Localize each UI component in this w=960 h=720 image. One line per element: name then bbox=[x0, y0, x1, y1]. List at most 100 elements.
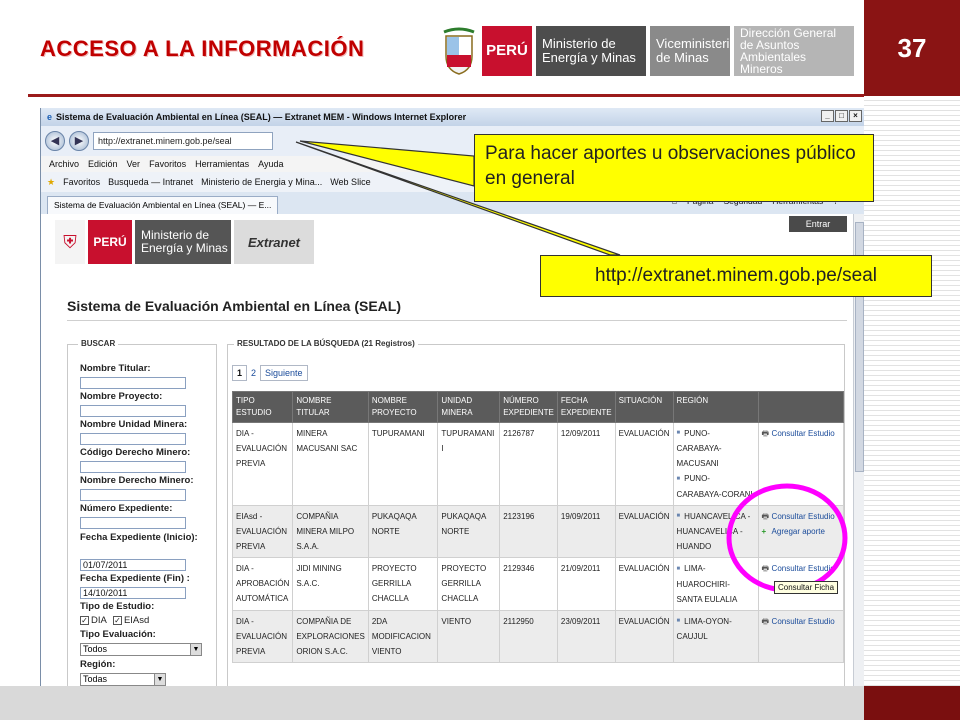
cell-titular: JIDI MINING S.A.C. bbox=[292, 557, 369, 611]
page-number: 37 bbox=[864, 0, 960, 96]
table-row: DIA - EVALUACIÓN PREVIA MINERA MACUSANI … bbox=[231, 422, 845, 506]
col-titular[interactable]: NOMBRE TITULAR bbox=[292, 391, 369, 423]
cell-numero: 2112950 bbox=[499, 609, 558, 663]
search-legend: BUSCAR bbox=[78, 339, 119, 348]
region-select[interactable]: Todas ▼ bbox=[80, 673, 166, 686]
results-table: TIPO ESTUDIO NOMBRE TITULAR NOMBRE PROYE… bbox=[231, 391, 845, 663]
site-logo-ministry: Ministerio de Energía y Minas bbox=[135, 220, 231, 264]
logo-ministry: Ministerio de Energía y Minas bbox=[536, 26, 646, 76]
tipo-eval-label: Tipo Evaluación: bbox=[80, 629, 156, 640]
fecha-inicio-input[interactable]: 01/07/2011 bbox=[80, 559, 186, 571]
tooltip: Consultar Ficha bbox=[774, 581, 839, 594]
expediente-label: Número Expediente: bbox=[80, 503, 173, 514]
cell-proyecto: 2DA MODIFICACION VIENTO bbox=[367, 609, 439, 663]
menu-ver[interactable]: Ver bbox=[127, 159, 141, 169]
fav-item-webslice[interactable]: Web Slice bbox=[330, 177, 370, 187]
favorites-button[interactable]: Favoritos bbox=[63, 177, 100, 187]
page-1[interactable]: 1 bbox=[232, 365, 248, 381]
forward-button[interactable]: ▶ bbox=[69, 131, 89, 151]
cell-unidad: VIENTO bbox=[437, 609, 501, 663]
callout-url: http://extranet.minem.gob.pe/seal bbox=[540, 255, 932, 297]
agregar-aporte-link[interactable]: + Agregar aporte bbox=[762, 524, 840, 539]
menu-edicion[interactable]: Edición bbox=[88, 159, 118, 169]
tipo-estudio-options: ✓ DIA ✓ EIAsd bbox=[80, 615, 149, 626]
expediente-input[interactable] bbox=[80, 517, 186, 529]
fav-item-ministerio[interactable]: Ministerio de Energia y Mina... bbox=[201, 177, 322, 187]
codigo-input[interactable] bbox=[80, 461, 186, 473]
col-proyecto[interactable]: NOMBRE PROYECTO bbox=[367, 391, 439, 423]
region-label: Región: bbox=[80, 659, 116, 670]
cell-actions: 🖶 Consultar Estudio + Agregar aporte bbox=[757, 504, 845, 559]
unidad-input[interactable] bbox=[80, 433, 186, 445]
window-title: Sistema de Evaluación Ambiental en Línea… bbox=[56, 112, 467, 122]
cell-numero: 2126787 bbox=[499, 422, 558, 506]
consultar-estudio-link[interactable]: 🖶 Consultar Estudio bbox=[762, 614, 840, 629]
consultar-estudio-link[interactable]: 🖶 Consultar Estudio bbox=[762, 426, 840, 441]
seal-page-title: Sistema de Evaluación Ambiental en Línea… bbox=[67, 298, 402, 314]
titular-input[interactable] bbox=[80, 377, 186, 389]
minimize-button[interactable]: _ bbox=[821, 110, 834, 122]
col-fecha[interactable]: FECHA EXPEDIENTE bbox=[556, 391, 616, 423]
dia-checkbox[interactable]: ✓ bbox=[80, 615, 89, 625]
menu-favoritos[interactable]: Favoritos bbox=[149, 159, 186, 169]
derecho-input[interactable] bbox=[80, 489, 186, 501]
agregar-label: Agregar aporte bbox=[771, 526, 825, 536]
cell-fecha: 19/09/2011 bbox=[556, 504, 616, 559]
region-item: LIMA-HUAROCHIRI-SANTA EULALIA bbox=[677, 561, 755, 606]
window-titlebar: e Sistema de Evaluación Ambiental en Lín… bbox=[41, 108, 864, 126]
logo-peru: PERÚ bbox=[482, 26, 532, 76]
consultar-label: Consultar Estudio bbox=[771, 564, 835, 574]
next-page-button[interactable]: Siguiente bbox=[260, 365, 308, 381]
coat-of-arms-icon bbox=[440, 26, 478, 76]
cell-unidad: TUPURAMANI I bbox=[437, 422, 501, 506]
cell-actions: 🖶 Consultar Estudio bbox=[757, 422, 845, 506]
cell-tipo: EIAsd - EVALUACIÓN PREVIA bbox=[231, 504, 294, 559]
ministry-logo: PERÚ Ministerio de Energía y Minas Vicem… bbox=[440, 26, 854, 76]
consultar-label: Consultar Estudio bbox=[771, 511, 835, 521]
unidad-label: Nombre Unidad Minera: bbox=[80, 419, 188, 430]
proyecto-input[interactable] bbox=[80, 405, 186, 417]
cell-situacion: EVALUACIÓN bbox=[614, 609, 674, 663]
enter-button[interactable]: Entrar bbox=[789, 216, 847, 232]
slide: ACCESO A LA INFORMACIÓN PERÚ Ministerio … bbox=[0, 0, 960, 720]
logo-direction: Dirección General de Asuntos Ambientales… bbox=[734, 26, 854, 76]
col-unidad[interactable]: UNIDAD MINERA bbox=[437, 391, 501, 423]
menu-archivo[interactable]: Archivo bbox=[49, 159, 79, 169]
col-region[interactable]: REGIÓN bbox=[672, 391, 759, 423]
cell-fecha: 23/09/2011 bbox=[556, 609, 616, 663]
region-item: PUNO-CARABAYA-CORANI bbox=[677, 471, 755, 501]
col-numero[interactable]: NÚMERO EXPEDIENTE bbox=[499, 391, 558, 423]
cell-unidad: PROYECTO GERRILLA CHACLLA bbox=[437, 557, 501, 611]
site-logo: ⛨ PERÚ Ministerio de Energía y Minas Ext… bbox=[55, 220, 314, 264]
back-button[interactable]: ◀ bbox=[45, 131, 65, 151]
col-situacion[interactable]: SITUACIÓN bbox=[614, 391, 674, 423]
site-logo-peru: PERÚ bbox=[88, 220, 132, 264]
fav-item-busqueda[interactable]: Busqueda — Intranet bbox=[108, 177, 193, 187]
footer-bar bbox=[0, 686, 864, 720]
results-legend: RESULTADO DE LA BÚSQUEDA (21 Registros) bbox=[234, 339, 418, 348]
consultar-estudio-link[interactable]: 🖶 Consultar Estudio bbox=[762, 561, 840, 576]
close-button[interactable]: × bbox=[849, 110, 862, 122]
slide-title: ACCESO A LA INFORMACIÓN bbox=[40, 36, 365, 61]
cell-tipo: DIA - EVALUACIÓN PREVIA bbox=[231, 609, 294, 663]
cell-situacion: EVALUACIÓN bbox=[614, 504, 674, 559]
plus-icon: + bbox=[761, 526, 767, 536]
maximize-button[interactable]: □ bbox=[835, 110, 848, 122]
col-actions bbox=[757, 391, 845, 423]
menu-ayuda[interactable]: Ayuda bbox=[258, 159, 283, 169]
dropdown-arrow-icon: ▼ bbox=[190, 644, 201, 655]
page-2[interactable]: 2 bbox=[251, 368, 256, 378]
tipo-estudio-label: Tipo de Estudio: bbox=[80, 601, 155, 612]
consultar-estudio-link[interactable]: 🖶 Consultar Estudio bbox=[762, 509, 840, 524]
table-row: DIA - APROBACIÓN AUTOMÁTICA JIDI MINING … bbox=[231, 557, 845, 611]
eiasd-checkbox[interactable]: ✓ bbox=[112, 615, 122, 625]
titular-label: Nombre Titular: bbox=[80, 363, 151, 374]
col-tipo[interactable]: TIPO ESTUDIO bbox=[231, 391, 294, 423]
tipo-eval-select[interactable]: Todos ▼ bbox=[80, 643, 202, 656]
fecha-fin-input[interactable]: 14/10/2011 bbox=[80, 587, 186, 599]
menu-herramientas[interactable]: Herramientas bbox=[195, 159, 249, 169]
tab-seal[interactable]: Sistema de Evaluación Ambiental en Línea… bbox=[47, 196, 279, 214]
cell-titular: MINERA MACUSANI SAC bbox=[292, 422, 369, 506]
decorative-stripes bbox=[864, 96, 960, 686]
url-input[interactable]: http://extranet.minem.gob.pe/seal bbox=[93, 132, 273, 150]
